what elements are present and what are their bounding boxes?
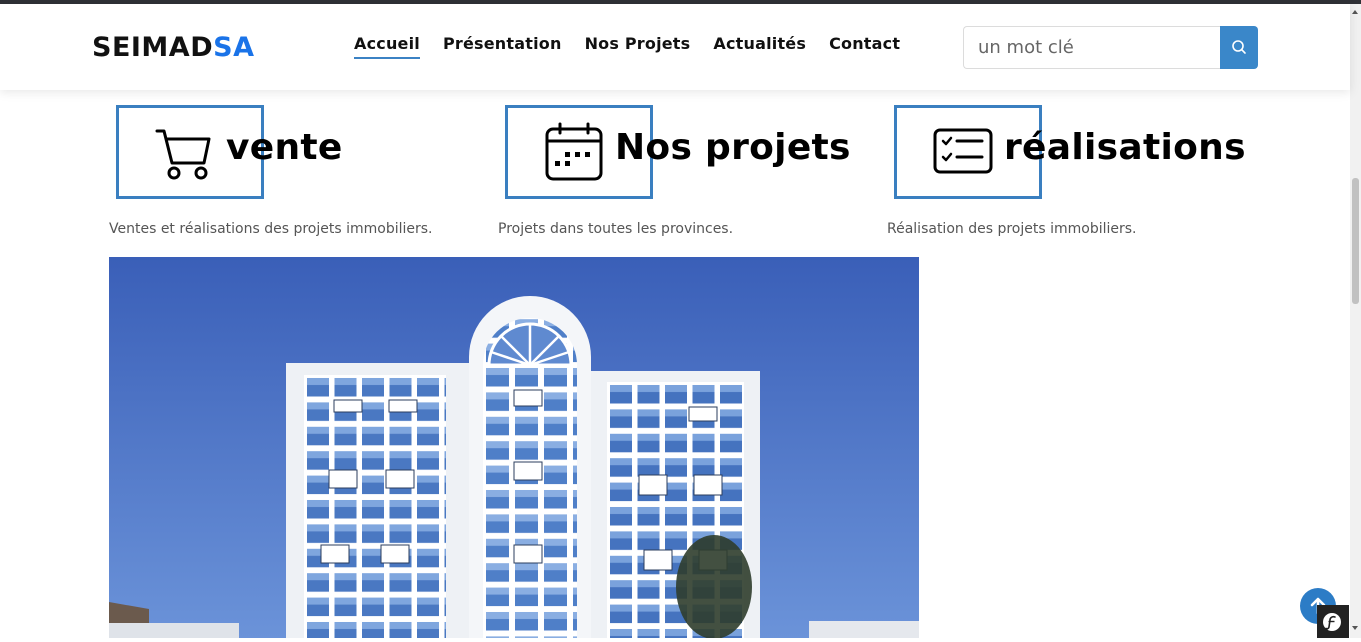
feature-description: Ventes et réalisations des projets immob…: [109, 221, 433, 237]
feature-title: réalisations: [1004, 127, 1246, 168]
search-form: [963, 26, 1258, 69]
feature-title: Nos projets: [615, 127, 851, 168]
scrollbar-thumb[interactable]: [1352, 178, 1359, 304]
logo-main: SEIMAD: [92, 32, 214, 63]
site-header: SEIMADSA Accueil Présentation Nos Projet…: [0, 4, 1350, 90]
scroll-down-arrow-icon[interactable]: [1352, 626, 1358, 630]
feature-title: vente: [226, 127, 343, 168]
calendar-icon: [545, 122, 603, 181]
feature-description: Réalisation des projets immobiliers.: [887, 221, 1137, 237]
page-scrollbar[interactable]: [1350, 4, 1361, 638]
logo-accent: SA: [213, 32, 255, 63]
site-logo[interactable]: SEIMADSA: [92, 32, 254, 63]
search-icon: [1232, 40, 1246, 54]
nav-item-presentation[interactable]: Présentation: [443, 34, 562, 59]
search-input[interactable]: [963, 26, 1220, 69]
main-nav: Accueil Présentation Nos Projets Actuali…: [354, 34, 923, 59]
feature-description: Projets dans toutes les provinces.: [498, 221, 734, 237]
nav-item-accueil[interactable]: Accueil: [354, 34, 420, 59]
symfony-debug-badge[interactable]: [1317, 605, 1349, 638]
nav-item-actualites[interactable]: Actualités: [713, 34, 806, 59]
nav-item-nos-projets[interactable]: Nos Projets: [585, 34, 691, 59]
checklist-icon: [933, 128, 993, 174]
building-photo: [109, 257, 919, 638]
cart-icon: [155, 129, 211, 180]
nav-item-contact[interactable]: Contact: [829, 34, 900, 59]
search-button[interactable]: [1220, 26, 1258, 69]
symfony-icon: [1323, 613, 1341, 631]
scroll-up-arrow-icon[interactable]: [1352, 10, 1358, 14]
